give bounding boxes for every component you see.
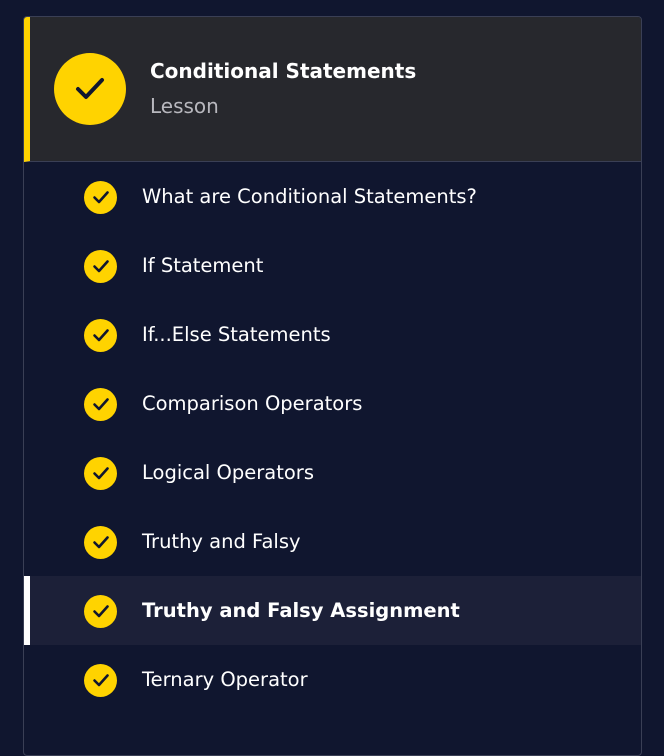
lesson-panel: Conditional Statements Lesson What are C… bbox=[23, 16, 642, 756]
lesson-items-list: What are Conditional Statements? If Stat… bbox=[24, 162, 641, 714]
list-item-label: Comparison Operators bbox=[142, 392, 363, 415]
list-item-label: If...Else Statements bbox=[142, 323, 331, 346]
check-icon bbox=[84, 387, 117, 421]
check-icon bbox=[84, 456, 117, 490]
check-icon bbox=[84, 663, 117, 697]
list-item[interactable]: Ternary Operator bbox=[24, 645, 641, 714]
list-item[interactable]: What are Conditional Statements? bbox=[24, 162, 641, 231]
check-icon bbox=[84, 180, 117, 214]
check-icon bbox=[84, 594, 117, 628]
list-item[interactable]: Logical Operators bbox=[24, 438, 641, 507]
lesson-title: Conditional Statements bbox=[150, 59, 417, 83]
list-item-label: Truthy and Falsy bbox=[142, 530, 301, 553]
lesson-complete-badge bbox=[54, 53, 126, 125]
list-item[interactable]: Comparison Operators bbox=[24, 369, 641, 438]
check-icon bbox=[84, 318, 117, 352]
lesson-header[interactable]: Conditional Statements Lesson bbox=[24, 17, 641, 162]
list-item[interactable]: If Statement bbox=[24, 231, 641, 300]
list-item-label: Truthy and Falsy Assignment bbox=[142, 599, 460, 622]
check-icon bbox=[84, 249, 117, 283]
list-item-label: Ternary Operator bbox=[142, 668, 308, 691]
list-item-active[interactable]: Truthy and Falsy Assignment bbox=[24, 576, 641, 645]
list-item-label: What are Conditional Statements? bbox=[142, 185, 477, 208]
list-item-label: Logical Operators bbox=[142, 461, 314, 484]
list-item[interactable]: If...Else Statements bbox=[24, 300, 641, 369]
list-item[interactable]: Truthy and Falsy bbox=[24, 507, 641, 576]
list-item-label: If Statement bbox=[142, 254, 264, 277]
lesson-type: Lesson bbox=[150, 94, 219, 118]
check-icon bbox=[76, 78, 104, 99]
check-icon bbox=[84, 525, 117, 559]
